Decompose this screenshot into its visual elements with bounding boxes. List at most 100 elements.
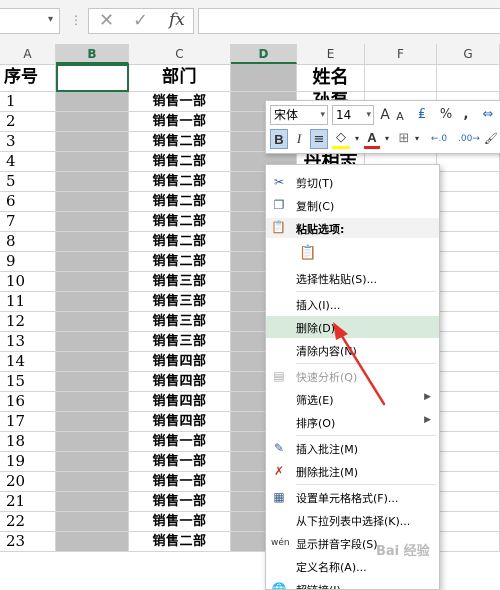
cell-col-b[interactable]: [56, 432, 129, 452]
column-header-b[interactable]: B: [56, 44, 129, 64]
cell-col-g[interactable]: [437, 252, 500, 272]
cell-index[interactable]: 2: [0, 112, 56, 132]
cell-index[interactable]: 3: [0, 132, 56, 152]
cell-index[interactable]: 19: [0, 452, 56, 472]
cell-col-b[interactable]: [56, 332, 129, 352]
chevron-down-icon[interactable]: ▾: [382, 129, 392, 149]
cell-g1[interactable]: [437, 64, 500, 92]
cell-department[interactable]: 销售二部: [129, 212, 231, 232]
font-size-box[interactable]: 14 ▾: [332, 105, 374, 125]
cancel-icon[interactable]: ✕: [99, 10, 114, 31]
grow-font-icon[interactable]: A: [378, 105, 392, 125]
cell-department[interactable]: 销售三部: [129, 272, 231, 292]
cell-index[interactable]: 1: [0, 92, 56, 112]
column-header-e[interactable]: E: [297, 44, 365, 64]
cell-department[interactable]: 销售三部: [129, 332, 231, 352]
fill-color-icon[interactable]: ◇: [332, 129, 350, 149]
cell-col-b[interactable]: [56, 212, 129, 232]
cell-col-b[interactable]: [56, 352, 129, 372]
cell-department[interactable]: 销售四部: [129, 412, 231, 432]
cell-department[interactable]: 销售一部: [129, 452, 231, 472]
cell-col-b[interactable]: [56, 172, 129, 192]
cell-col-b[interactable]: [56, 112, 129, 132]
cell-header-name[interactable]: 姓名: [297, 64, 365, 92]
cell-index[interactable]: 10: [0, 272, 56, 292]
cell-department[interactable]: 销售一部: [129, 512, 231, 532]
cell-col-b[interactable]: [56, 272, 129, 292]
accounting-format-icon[interactable]: ₤: [412, 105, 432, 125]
italic-button[interactable]: I: [291, 129, 307, 149]
cell-department[interactable]: 销售二部: [129, 192, 231, 212]
cell-col-b[interactable]: [56, 492, 129, 512]
menu-item-paste-special[interactable]: 选择性粘贴(S)...: [266, 267, 439, 289]
formula-input[interactable]: [198, 8, 500, 34]
cell-department[interactable]: 销售三部: [129, 312, 231, 332]
cell-col-g[interactable]: [437, 192, 500, 212]
cell-col-b[interactable]: [56, 252, 129, 272]
cell-department[interactable]: 销售一部: [129, 492, 231, 512]
cell-department[interactable]: 销售三部: [129, 292, 231, 312]
cell-col-b[interactable]: [56, 532, 129, 552]
column-header-a[interactable]: A: [0, 44, 56, 64]
cell-f1[interactable]: [365, 64, 437, 92]
cell-b1-active[interactable]: [56, 64, 129, 92]
cell-index[interactable]: 11: [0, 292, 56, 312]
cell-col-g[interactable]: [437, 352, 500, 372]
menu-item-copy[interactable]: ❐ 复制(C): [266, 194, 439, 216]
chevron-down-icon[interactable]: ▾: [412, 129, 422, 149]
cell-col-g[interactable]: [437, 532, 500, 552]
merge-center-icon[interactable]: ⇔: [480, 105, 496, 125]
cell-col-b[interactable]: [56, 312, 129, 332]
cell-department[interactable]: 销售四部: [129, 372, 231, 392]
cell-department[interactable]: 销售一部: [129, 112, 231, 132]
chevron-down-icon[interactable]: ▾: [366, 106, 371, 124]
cell-col-g[interactable]: [437, 512, 500, 532]
comma-style-icon[interactable]: ,: [460, 105, 472, 125]
cell-department[interactable]: 销售二部: [129, 132, 231, 152]
cell-header-department[interactable]: 部门: [129, 64, 231, 92]
cell-index[interactable]: 16: [0, 392, 56, 412]
chevron-down-icon[interactable]: ▾: [352, 129, 362, 149]
cell-index[interactable]: 7: [0, 212, 56, 232]
cell-col-b[interactable]: [56, 152, 129, 172]
cell-col-g[interactable]: [437, 232, 500, 252]
enter-icon[interactable]: ✓: [133, 10, 148, 31]
cell-col-g[interactable]: [437, 212, 500, 232]
cell-department[interactable]: 销售二部: [129, 172, 231, 192]
cell-col-b[interactable]: [56, 372, 129, 392]
decrease-decimal-icon[interactable]: .00→: [454, 129, 484, 149]
cell-index[interactable]: 21: [0, 492, 56, 512]
cell-index[interactable]: 12: [0, 312, 56, 332]
cell-col-b[interactable]: [56, 472, 129, 492]
menu-item-filter[interactable]: 筛选(E) ▶: [266, 388, 439, 410]
cell-col-b[interactable]: [56, 292, 129, 312]
cell-col-g[interactable]: [437, 492, 500, 512]
column-header-c[interactable]: C: [129, 44, 231, 64]
name-box-dropdown-icon[interactable]: ▾: [48, 14, 53, 25]
cell-header-index[interactable]: 序号: [0, 64, 56, 92]
cell-col-b[interactable]: [56, 192, 129, 212]
menu-item-delete-comment[interactable]: ✗ 删除批注(M): [266, 460, 439, 482]
cell-col-b[interactable]: [56, 232, 129, 252]
borders-icon[interactable]: ⊞: [396, 129, 412, 149]
cell-col-b[interactable]: [56, 412, 129, 432]
cell-index[interactable]: 9: [0, 252, 56, 272]
chevron-down-icon[interactable]: ▾: [320, 106, 325, 124]
cell-col-b[interactable]: [56, 512, 129, 532]
column-header-d[interactable]: D: [231, 44, 297, 64]
cell-col-g[interactable]: [437, 412, 500, 432]
cell-col-g[interactable]: [437, 172, 500, 192]
cell-col-g[interactable]: [437, 452, 500, 472]
cell-department[interactable]: 销售一部: [129, 92, 231, 112]
shrink-font-icon[interactable]: A: [394, 107, 406, 127]
cell-col-g[interactable]: [437, 312, 500, 332]
cell-col-b[interactable]: [56, 452, 129, 472]
cell-department[interactable]: 销售二部: [129, 252, 231, 272]
cell-index[interactable]: 17: [0, 412, 56, 432]
cell-index[interactable]: 15: [0, 372, 56, 392]
menu-item-sort[interactable]: 排序(O) ▶: [266, 411, 439, 433]
increase-decimal-icon[interactable]: ←.0: [424, 129, 454, 149]
cell-department[interactable]: 销售四部: [129, 352, 231, 372]
cell-col-g[interactable]: [437, 472, 500, 492]
paste-values-option[interactable]: 📋: [296, 242, 318, 266]
